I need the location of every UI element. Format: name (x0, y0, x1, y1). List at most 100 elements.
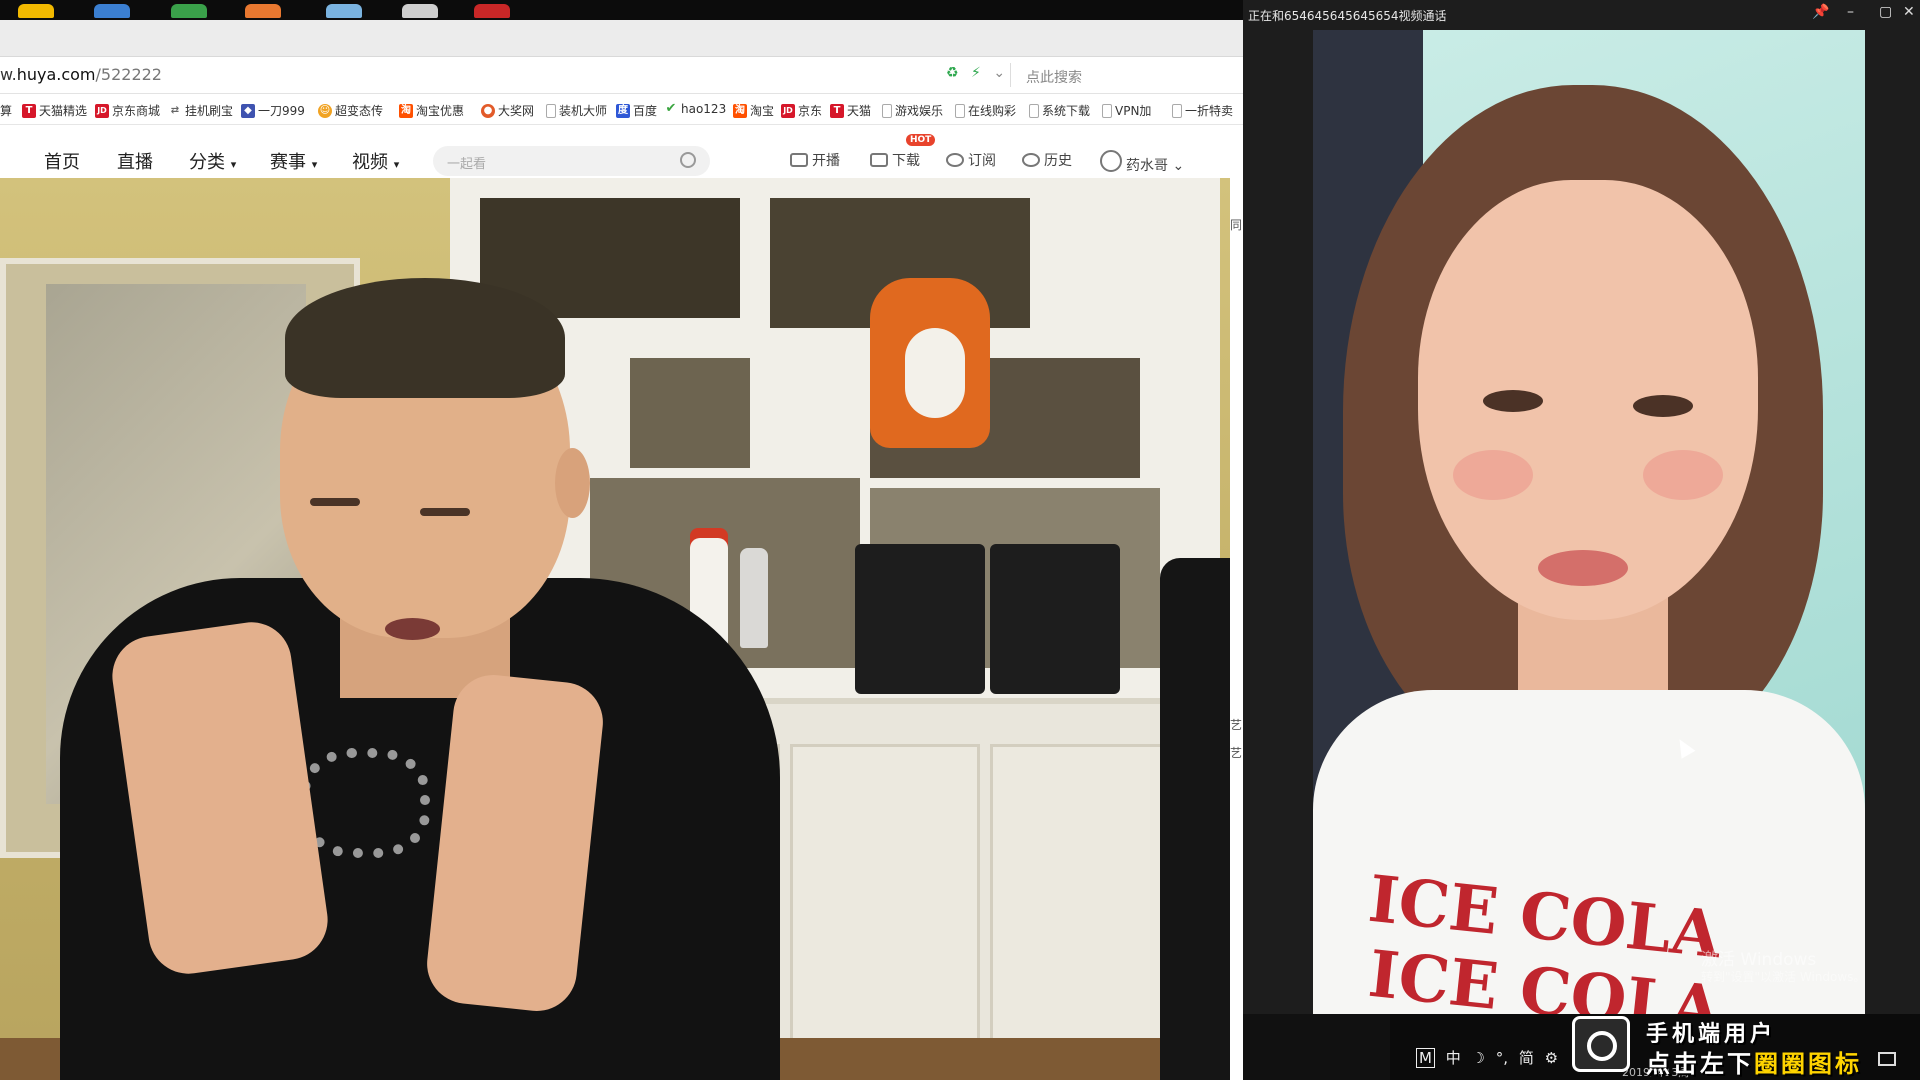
site-nav: 首页 直播 分类 ▾ 赛事 ▾ 视频 ▾ 一起看 开播 下载 HOT 订阅 历史… (0, 126, 1243, 182)
promo-line-2: 点击左下圈圈图标 (1646, 1050, 1862, 1078)
moon-icon[interactable]: ☽ (1472, 1049, 1485, 1067)
bookmark-item[interactable]: 在线购彩 (955, 102, 1016, 119)
nav-events[interactable]: 赛事 ▾ (270, 148, 317, 174)
bookmark-item[interactable]: 度百度 (616, 102, 657, 119)
app-icon-2[interactable] (94, 4, 130, 18)
minimize-icon[interactable]: – (1847, 4, 1854, 20)
app-icon-4[interactable] (245, 4, 281, 18)
nav-home[interactable]: 首页 (44, 148, 80, 174)
game-icon: ◆ (241, 103, 255, 118)
bookmark-item[interactable]: ☺ 超变态传 (318, 102, 383, 119)
bookmark-item[interactable]: ◆ 一刀999 (241, 102, 305, 119)
site-search-input[interactable]: 一起看 (433, 146, 710, 176)
speaker-right (990, 544, 1120, 694)
punctuation-icon[interactable]: °, (1496, 1049, 1508, 1067)
app-icon-5[interactable] (326, 4, 362, 18)
avatar (1100, 150, 1122, 172)
nav-user[interactable]: 药水哥 ⌄ (1100, 150, 1184, 175)
circle-icon[interactable] (1572, 1016, 1630, 1072)
close-icon[interactable]: ✕ (1903, 4, 1915, 20)
promo-overlay: 手机端用户 点击左下圈圈图标 (1572, 1016, 1920, 1080)
caller-lips (1538, 550, 1628, 586)
bookmark-item[interactable]: 一折特卖 (1172, 102, 1233, 119)
page-icon (546, 103, 556, 118)
broadcast-icon (790, 153, 808, 167)
call-video-feed[interactable]: ICE COLA ICE COLA 激活 Windows 转到"设置"以激活 W… (1313, 30, 1865, 1014)
simplified-icon[interactable]: 简 (1519, 1049, 1534, 1067)
nav-category[interactable]: 分类 ▾ (189, 148, 236, 174)
settings-icon[interactable]: ⚙ (1545, 1049, 1558, 1067)
check-icon: ✔ (665, 101, 677, 116)
bookmark-item[interactable]: ● 大奖网 (481, 102, 534, 119)
video-call-window: 正在和654645645645654视频通话 📌 – ▢ ✕ ICE COLA … (1243, 0, 1920, 1014)
right-column-label: 艺 (1230, 718, 1243, 732)
taobao-icon: 淘 (733, 103, 747, 118)
shirt-print (300, 748, 430, 858)
download-icon (870, 153, 888, 167)
page-icon (955, 103, 965, 118)
system-tray: M 中 ☽ °, 简 ⚙ (1416, 1047, 1564, 1068)
windows-activation-watermark: 激活 Windows (1701, 950, 1817, 970)
refresh-icon[interactable]: ♻ (946, 65, 959, 81)
app-icon-6[interactable] (402, 4, 438, 18)
page-icon (1029, 103, 1039, 118)
speaker-left (855, 544, 985, 694)
app-icon-3[interactable] (171, 4, 207, 18)
jd-icon: JD (95, 103, 109, 118)
nav-download[interactable]: 下载 (870, 150, 920, 170)
clock-icon (1022, 153, 1040, 167)
bookmark-item[interactable]: 算 (0, 102, 12, 119)
bookmark-item[interactable]: T 天猫精选 (22, 102, 87, 119)
water-bottle (740, 548, 768, 648)
ime-m-icon[interactable]: M (1416, 1048, 1435, 1068)
nav-live[interactable]: 直播 (117, 148, 153, 174)
right-column-label: 同 (1230, 218, 1243, 232)
bookmark-item[interactable]: 淘淘宝 (733, 102, 774, 119)
bookmark-item[interactable]: 游戏娱乐 (882, 102, 943, 119)
app-icon-7[interactable] (474, 4, 510, 18)
pin-icon[interactable]: 📌 (1812, 4, 1829, 20)
chevron-down-icon: ▾ (230, 158, 237, 171)
url-prefix: w. (0, 65, 17, 84)
page-icon (1102, 103, 1112, 118)
bookmark-item[interactable]: JD 京东 (781, 102, 822, 119)
heart-icon (946, 153, 964, 167)
bookmark-item[interactable]: T 天猫 (830, 102, 871, 119)
nav-history[interactable]: 历史 (1022, 150, 1072, 170)
bookmark-item[interactable]: VPN加 (1102, 102, 1151, 119)
streamer-hair (285, 278, 565, 398)
live-stream-video[interactable] (0, 178, 1230, 1080)
bookmark-item[interactable]: JD 京东商城 (95, 102, 160, 119)
chevron-down-icon: ▾ (393, 158, 400, 171)
chevron-down-icon[interactable]: ⌄ (993, 65, 1005, 81)
nav-video[interactable]: 视频 ▾ (352, 148, 399, 174)
maximize-icon[interactable]: ▢ (1879, 4, 1892, 20)
address-icons: ♻ ⚡ ⌄ (946, 65, 1013, 81)
nav-subscribe[interactable]: 订阅 (946, 150, 996, 170)
globe-icon: ● (481, 103, 495, 118)
url-text[interactable]: w.huya.com/522222 (0, 65, 162, 84)
chevron-down-icon: ⌄ (1172, 158, 1185, 174)
site-search-placeholder: 一起看 (447, 157, 487, 172)
nav-broadcast[interactable]: 开播 (790, 150, 840, 170)
url-path: /522222 (95, 65, 162, 84)
ime-chinese-icon[interactable]: 中 (1446, 1049, 1461, 1067)
top-taskbar (0, 0, 1243, 20)
bookmark-item[interactable]: ⇄ 挂机刷宝 (168, 102, 233, 119)
address-separator (1010, 63, 1011, 87)
link-icon: ⇄ (170, 104, 180, 116)
bookmark-item[interactable]: 系统下载 (1029, 102, 1090, 119)
browser-search-input[interactable]: 点此搜索 (1026, 67, 1082, 87)
search-icon[interactable] (680, 152, 696, 168)
bookmark-item[interactable]: 装机大师 (546, 102, 607, 119)
bookmark-item[interactable]: ✔ hao123 (664, 101, 727, 117)
browser-window: w.huya.com/522222 ♻ ⚡ ⌄ 点此搜索 算 T 天猫精选 JD 京… (0, 20, 1243, 1080)
address-bar[interactable]: w.huya.com/522222 ♻ ⚡ ⌄ 点此搜索 (0, 57, 1243, 94)
tab-strip[interactable] (0, 20, 1243, 57)
app-icon-1[interactable] (18, 4, 54, 18)
tmall-icon: T (830, 103, 844, 118)
bookmark-item[interactable]: 淘淘宝优惠 (399, 102, 464, 119)
chevron-down-icon: ▾ (311, 158, 318, 171)
url-domain: huya.com (16, 65, 96, 84)
lightning-icon[interactable]: ⚡ (971, 65, 981, 81)
